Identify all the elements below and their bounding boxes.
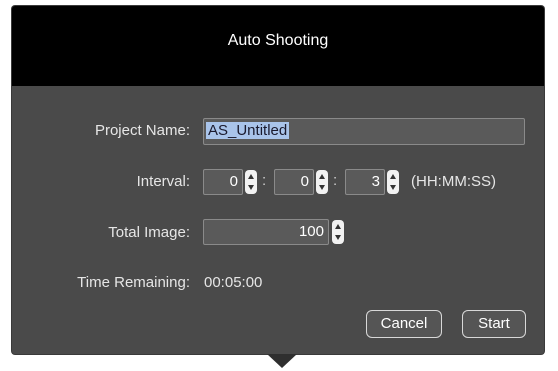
interval-format-hint: (HH:MM:SS) <box>411 173 496 190</box>
dialog-titlebar: Auto Shooting <box>12 6 544 86</box>
dialog-title: Auto Shooting <box>227 32 329 49</box>
arrow-down-icon <box>390 185 396 190</box>
total-image-stepper[interactable] <box>332 220 344 244</box>
project-name-value: AS_Untitled <box>206 122 290 139</box>
interval-seconds-stepper[interactable] <box>387 170 399 194</box>
project-name-label: Project Name: <box>94 122 190 139</box>
interval-separator: : <box>333 172 338 189</box>
interval-hours-stepper[interactable] <box>245 170 257 194</box>
total-image-field[interactable]: 100 <box>203 219 329 245</box>
arrow-up-icon <box>390 174 396 179</box>
total-image-label: Total Image: <box>108 224 190 241</box>
arrow-up-icon <box>248 174 254 179</box>
interval-hours-field[interactable]: 0 <box>203 169 243 195</box>
time-remaining-label: Time Remaining: <box>77 274 190 291</box>
interval-minutes-stepper[interactable] <box>316 170 328 194</box>
arrow-up-icon <box>319 174 325 179</box>
interval-separator: : <box>262 172 267 189</box>
interval-seconds-field[interactable]: 3 <box>345 169 385 195</box>
interval-minutes-field[interactable]: 0 <box>274 169 314 195</box>
auto-shooting-dialog: Auto Shooting Project Name: AS_Untitled … <box>12 6 544 354</box>
arrow-down-icon <box>319 185 325 190</box>
cancel-button[interactable]: Cancel <box>366 310 442 338</box>
start-button[interactable]: Start <box>462 310 526 338</box>
time-remaining-value: 00:05:00 <box>204 274 263 291</box>
interval-label: Interval: <box>136 173 190 190</box>
popover-pointer <box>267 354 297 368</box>
arrow-down-icon <box>335 235 341 240</box>
arrow-up-icon <box>335 224 341 229</box>
project-name-field[interactable]: AS_Untitled <box>203 118 525 145</box>
arrow-down-icon <box>248 185 254 190</box>
